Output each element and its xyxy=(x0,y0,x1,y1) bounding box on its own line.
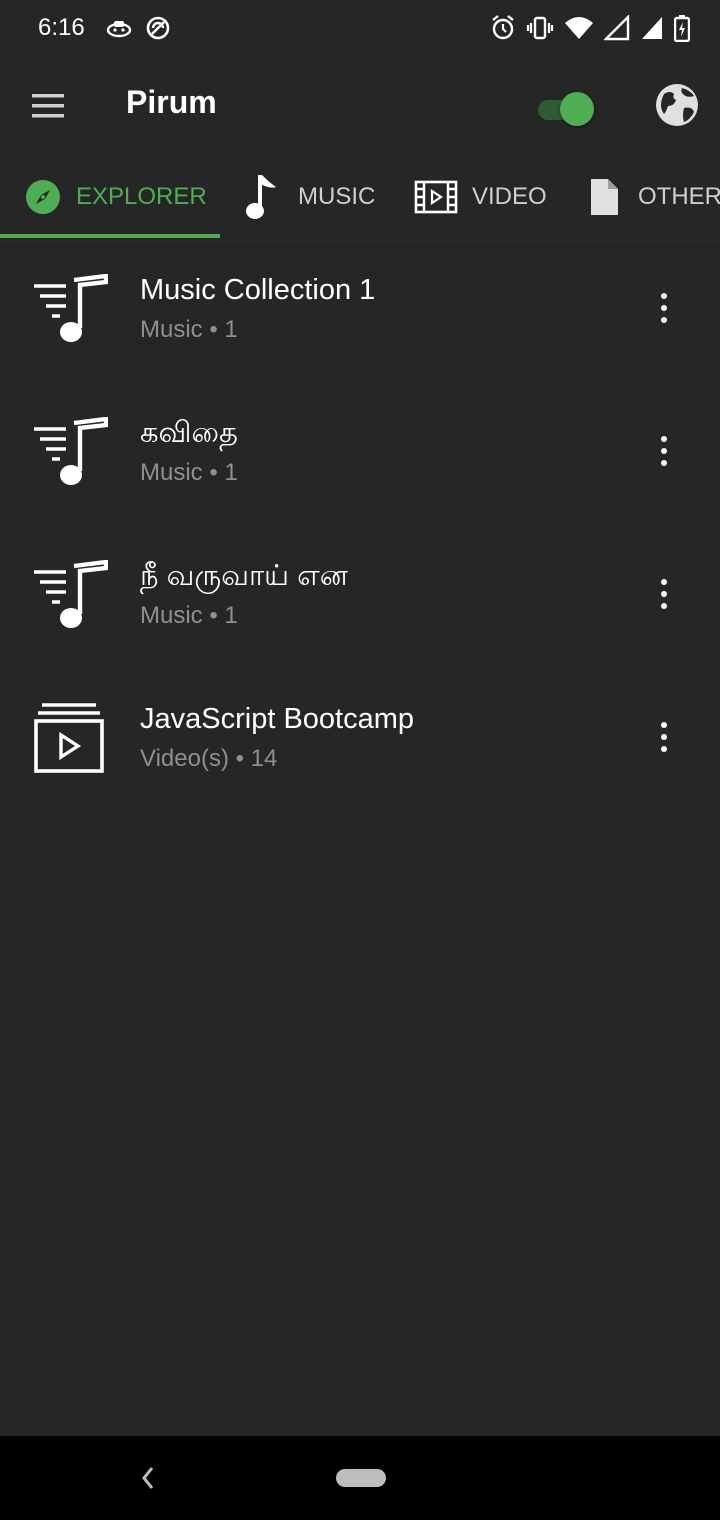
more-options-icon[interactable] xyxy=(646,427,682,475)
more-options-icon[interactable] xyxy=(646,284,682,332)
item-subtitle: Video(s) • 14 xyxy=(140,745,278,772)
switch-thumb xyxy=(560,92,594,126)
tab-video[interactable]: VIDEO xyxy=(414,154,547,240)
vibrate-icon xyxy=(526,16,554,40)
app-title: Pirum xyxy=(126,84,217,120)
tab-music[interactable]: MUSIC xyxy=(244,154,375,240)
theme-toggle-switch[interactable] xyxy=(538,90,598,126)
playlist-music-icon xyxy=(34,417,108,485)
file-icon xyxy=(591,179,618,215)
item-title: நீ வருவாய் என xyxy=(140,560,348,592)
item-title: கவிதை xyxy=(140,417,238,449)
tab-others-label: OTHERS xyxy=(638,183,720,210)
playlist-music-icon xyxy=(34,274,108,342)
item-title: JavaScript Bootcamp xyxy=(140,703,415,735)
more-options-icon[interactable] xyxy=(646,713,682,761)
assistant-notification-icon xyxy=(106,21,132,38)
compass-icon xyxy=(26,180,60,214)
wifi-icon xyxy=(565,17,593,39)
list-item[interactable]: நீ வருவாய் என Music • 1 xyxy=(0,524,720,667)
status-icons xyxy=(490,14,690,42)
item-title: Music Collection 1 xyxy=(140,274,376,306)
list-item[interactable]: கவிதை Music • 1 xyxy=(0,381,720,524)
battery-charging-icon xyxy=(674,15,690,42)
item-subtitle: Music • 1 xyxy=(140,459,238,486)
tab-explorer-label: EXPLORER xyxy=(76,183,207,210)
data-saver-icon xyxy=(146,16,170,40)
tab-bar: EXPLORER MUSIC VIDEO OTHERS xyxy=(0,154,720,241)
alarm-icon xyxy=(492,15,514,40)
globe-icon[interactable] xyxy=(654,82,700,128)
signal-full-icon xyxy=(642,17,662,39)
back-icon[interactable] xyxy=(136,1460,160,1496)
playlist-video-icon xyxy=(34,703,104,773)
tab-explorer[interactable]: EXPLORER xyxy=(24,154,207,240)
menu-icon[interactable] xyxy=(28,92,70,120)
signal-icon xyxy=(604,15,630,41)
item-subtitle: Music • 1 xyxy=(140,602,238,629)
playlist-list: Music Collection 1 Music • 1 கவிதை Music… xyxy=(0,238,720,810)
home-pill[interactable] xyxy=(336,1469,386,1487)
item-subtitle: Music • 1 xyxy=(140,316,238,343)
film-icon xyxy=(414,180,458,214)
status-time: 6:16 xyxy=(38,14,85,41)
tab-video-label: VIDEO xyxy=(472,183,547,210)
app-bar: Pirum xyxy=(0,58,720,154)
list-item[interactable]: JavaScript Bootcamp Video(s) • 14 xyxy=(0,667,720,810)
tab-others[interactable]: OTHERS xyxy=(588,154,720,240)
music-note-icon xyxy=(246,175,276,219)
list-item[interactable]: Music Collection 1 Music • 1 xyxy=(0,238,720,381)
tab-music-label: MUSIC xyxy=(298,183,376,210)
playlist-music-icon xyxy=(34,560,108,628)
status-bar: 6:16 xyxy=(0,0,720,58)
more-options-icon[interactable] xyxy=(646,570,682,618)
